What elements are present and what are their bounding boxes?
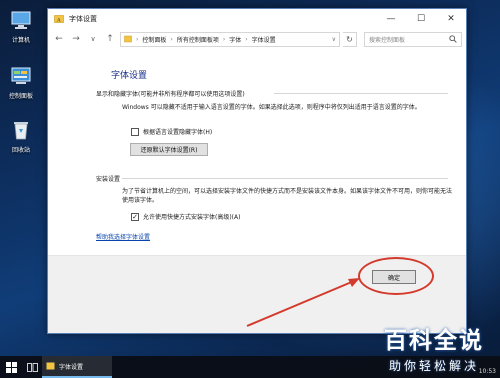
windows-start-icon [5, 361, 17, 373]
group-description-install: 为了节省计算机上的空间，可以选择安装字体文件的快捷方式而不是安装该文件本身。如果… [122, 188, 453, 204]
address-dropdown-icon[interactable]: ∨ [332, 36, 339, 43]
allow-shortcuts-checkbox-row[interactable]: ✓ 允许使用快捷方式安装字体(高级)(A) [131, 212, 240, 221]
recent-dropdown-icon[interactable]: ∨ [86, 35, 100, 43]
restore-default-font-settings-button[interactable]: 还原默认字体设置(R) [130, 143, 208, 156]
up-arrow-icon[interactable]: ↑ [103, 34, 117, 44]
forward-arrow-icon[interactable]: → [69, 34, 83, 44]
highlight-ellipse [358, 257, 434, 295]
allow-shortcuts-checkbox-label: 允许使用快捷方式安装字体(高级)(A) [143, 214, 241, 221]
group-heading-show-hide: 显示和隐藏字体(可能并非所有程序都可以使用这项设置) [96, 91, 245, 98]
close-button[interactable]: ✕ [436, 9, 466, 29]
maximize-icon: ☐ [416, 14, 426, 24]
breadcrumb-item[interactable]: 字体 [229, 35, 241, 44]
task-view-button[interactable] [22, 356, 42, 378]
group-description-show-hide: Windows 可以隐藏不适用于输入语言设置的字体。如果选择此选项，则程序中将仅… [122, 104, 421, 111]
window-title: 字体设置 [69, 15, 97, 23]
watermark-title: 百科全说 [384, 328, 484, 354]
hide-fonts-checkbox-label: 根据语言设置隐藏字体(H) [143, 129, 213, 136]
breadcrumb-item[interactable]: 字体设置 [252, 35, 276, 44]
content-area: 字体设置 显示和隐藏字体(可能并非所有程序都可以使用这项设置) Windows … [48, 49, 466, 333]
hide-fonts-checkbox-row[interactable]: 根据语言设置隐藏字体(H) [131, 127, 212, 136]
start-button[interactable] [0, 356, 22, 378]
desktop-icon-label: 回收站 [11, 147, 30, 154]
refresh-icon: ↻ [346, 34, 353, 44]
desktop-icon-control-panel[interactable]: 控制面板 [4, 66, 38, 100]
svg-text:A: A [56, 18, 61, 24]
fonts-folder-icon: A [54, 15, 64, 24]
desktop-icon-label: 计算机 [11, 37, 30, 44]
minimize-icon: — [386, 14, 396, 24]
desktop-icon-recycle-bin[interactable]: 回收站 [4, 120, 38, 154]
breadcrumb-separator: › [245, 35, 248, 43]
watermark-logo: 百科全说 助你轻松解决 [372, 321, 496, 374]
maximize-button[interactable]: ☐ [406, 9, 436, 29]
search-icon [449, 35, 457, 43]
title-bar[interactable]: A 字体设置 — ☐ ✕ [48, 9, 466, 29]
control-panel-icon [11, 67, 31, 84]
hide-fonts-checkbox[interactable] [131, 127, 139, 136]
watermark-subtitle: 助你轻松解决 [388, 359, 479, 373]
help-link[interactable]: 帮助我选择字体设置 [96, 232, 150, 241]
navigation-bar: ← → ∨ ↑ › 控制面板 › 所有控制面板项 › 字体 › 字体设置 ∨ ↻… [48, 29, 466, 49]
breadcrumb-separator: › [170, 35, 173, 43]
recycle-bin-icon [14, 122, 28, 140]
fonts-folder-icon [46, 362, 55, 370]
breadcrumb-item[interactable]: 控制面板 [142, 35, 166, 44]
minimize-button[interactable]: — [376, 9, 406, 29]
computer-icon [11, 11, 31, 29]
desktop-icon-computer[interactable]: 计算机 [4, 10, 38, 44]
breadcrumb-separator: › [136, 35, 139, 43]
desktop-icon-label: 控制面板 [8, 93, 33, 100]
back-arrow-icon[interactable]: ← [52, 34, 66, 44]
search-input[interactable]: 搜索控制面板 [364, 31, 462, 47]
page-title: 字体设置 [111, 71, 148, 81]
search-placeholder: 搜索控制面板 [369, 36, 406, 44]
font-settings-window: A 字体设置 — ☐ ✕ ← → ∨ ↑ › 控制面板 › 所有控制面板项 › … [47, 8, 467, 334]
address-bar[interactable]: › 控制面板 › 所有控制面板项 › 字体 › 字体设置 ∨ [120, 31, 340, 47]
close-icon: ✕ [447, 14, 455, 24]
allow-shortcuts-checkbox[interactable]: ✓ [131, 212, 139, 221]
breadcrumb-item[interactable]: 所有控制面板项 [177, 35, 219, 44]
group-divider [122, 178, 448, 179]
fonts-folder-icon [124, 35, 132, 43]
group-divider [274, 93, 448, 94]
refresh-button[interactable]: ↻ [343, 31, 357, 47]
taskbar-item-label: 字体设置 [59, 363, 84, 371]
group-heading-install: 安装设置 [96, 176, 121, 183]
breadcrumb-separator: › [222, 35, 226, 43]
task-view-icon [26, 362, 38, 372]
taskbar-item-font-settings[interactable]: 字体设置 [42, 356, 112, 378]
